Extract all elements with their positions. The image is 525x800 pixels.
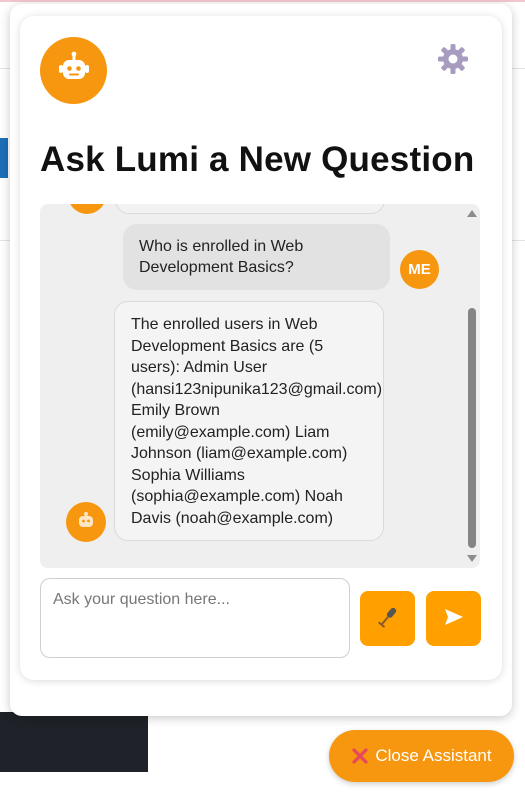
send-arrow-icon [443, 607, 465, 630]
assistant-message-avatar [68, 204, 106, 214]
robot-icon [76, 510, 96, 535]
close-assistant-button[interactable]: Close Assistant [329, 730, 514, 782]
assistant-title: Ask Lumi a New Question [40, 140, 475, 179]
close-assistant-label: Close Assistant [375, 746, 492, 765]
assistant-avatar [40, 37, 107, 104]
settings-button[interactable] [436, 43, 470, 80]
assistant-message-bubble: The enrolled users in Web Development Ba… [114, 301, 384, 541]
robot-icon [56, 50, 92, 91]
background-footer-block [0, 712, 148, 772]
assistant-message-avatar [66, 502, 106, 542]
question-input[interactable] [40, 578, 350, 658]
microphone-button[interactable] [360, 591, 415, 646]
gear-icon [437, 43, 469, 80]
background-top-border [0, 0, 525, 2]
scroll-up-arrow-icon[interactable] [467, 210, 477, 217]
user-avatar: ME [400, 250, 439, 289]
send-button[interactable] [426, 591, 481, 646]
chat-history[interactable]: Who is enrolled in Web Development Basic… [40, 204, 480, 568]
close-x-icon [351, 747, 369, 765]
microphone-icon [375, 604, 401, 633]
user-message-bubble: Who is enrolled in Web Development Basic… [123, 224, 390, 290]
scroll-down-arrow-icon[interactable] [467, 555, 477, 562]
background-accent-bar [0, 138, 8, 178]
scrollbar-thumb[interactable] [468, 308, 476, 548]
assistant-message-bubble [115, 204, 385, 214]
chat-scrollbar[interactable] [465, 204, 480, 568]
